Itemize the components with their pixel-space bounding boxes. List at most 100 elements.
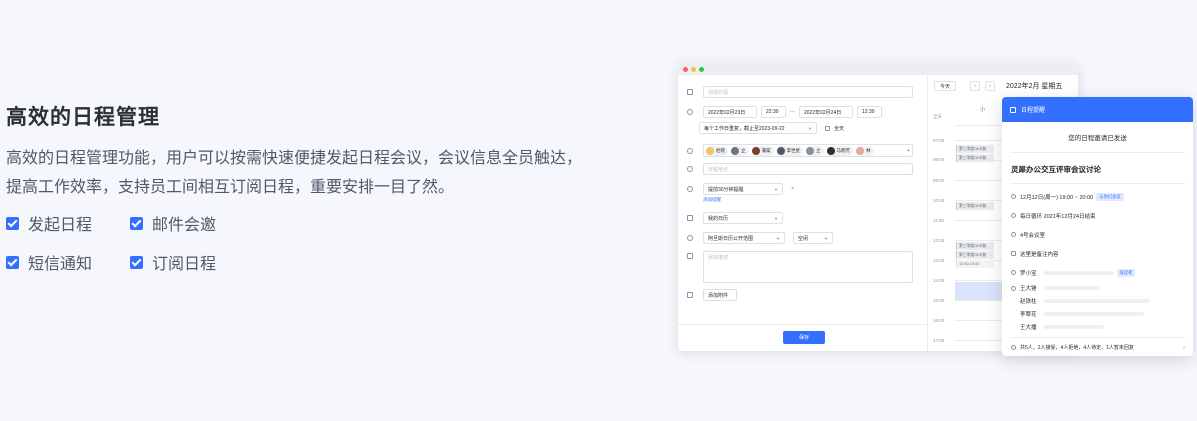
- attendee-chip[interactable]: 蒲渠: [751, 145, 774, 156]
- feature-label: 邮件会邀: [152, 217, 217, 234]
- save-button[interactable]: 保存: [783, 331, 825, 344]
- event-time-line: 12月12日(周一) 19:00 ~ 20:00 与你们会议: [1002, 187, 1193, 206]
- attendee-chip[interactable]: 立: [731, 145, 749, 156]
- feature-list: 发起日程 邮件会邀 短信通知 订阅日程: [6, 212, 606, 273]
- attendee-name: 赵铁柱: [1020, 298, 1037, 305]
- description-textarea[interactable]: 添加描述: [703, 251, 913, 283]
- selected-time-slot[interactable]: [955, 282, 1005, 300]
- attendee-chip[interactable]: 立: [806, 145, 824, 156]
- end-time-input[interactable]: 12:30: [857, 106, 882, 118]
- calendar-event[interactable]: 第三季度OKR复: [956, 202, 994, 210]
- attendee-chip[interactable]: 马明芳: [826, 145, 853, 156]
- attendee-line: 李翠花: [1002, 307, 1193, 320]
- bell-icon: [687, 186, 693, 192]
- hero-desc-line-2: 提高工作效率，支持员工间相互订阅日程，重要安排一目了然。: [6, 179, 455, 196]
- feature-label: 发起日程: [28, 217, 93, 234]
- calendar-header: 今天 ‹ › 2022年2月 星期五: [934, 81, 1062, 91]
- attendee-chip[interactable]: 李世星: [776, 145, 803, 156]
- event-room: 4号会议室: [1020, 232, 1046, 239]
- location-pin-icon: [1011, 232, 1016, 237]
- start-time-input[interactable]: 22:30: [761, 106, 786, 118]
- add-reminder-link[interactable]: 添加提醒: [703, 197, 721, 203]
- event-time-tag: 与你们会议: [1096, 192, 1124, 201]
- calendar-value: 我的日历: [708, 215, 729, 222]
- event-title: 灵犀办公交互评审会议讨论: [1011, 165, 1101, 174]
- event-repeat: 每日循环 2021年12月24日结束: [1020, 213, 1096, 220]
- repeat-select[interactable]: 每个工作日重复，截止至2023-09-22 ▼: [699, 122, 817, 134]
- chevron-down-icon: ▼: [824, 235, 828, 241]
- remove-reminder-icon[interactable]: ×: [791, 186, 795, 192]
- event-title-input[interactable]: 添加日程: [703, 86, 913, 98]
- hour-label: 11:00: [933, 218, 944, 223]
- all-day-slot-label: 全天: [933, 114, 942, 119]
- reminder-row: 提前30分钟提醒 ▼ ×: [687, 183, 795, 195]
- description-row: 添加描述: [687, 251, 913, 283]
- rsvp-summary-line[interactable]: 共5人，2人接受，4人拒绝，4人待定，1人暂未回复 ›: [1002, 338, 1193, 356]
- end-date-input[interactable]: 2022年02月24日: [799, 106, 853, 118]
- add-attachment-button[interactable]: 添加附件: [703, 289, 737, 301]
- feature-item: 发起日程: [6, 212, 130, 234]
- attendee-chip[interactable]: 林: [856, 145, 874, 156]
- calendar-event[interactable]: 第三季度OKR复: [956, 242, 994, 250]
- event-form: 添加日程 2022年02月23日 22:30 — 2022年02月24日 12:…: [678, 75, 928, 351]
- status-select[interactable]: 空闲 ▼: [793, 232, 833, 244]
- next-day-button[interactable]: ›: [985, 81, 996, 91]
- calendar-event[interactable]: 12:00-15:00: [956, 260, 994, 268]
- feature-item: 订阅日程: [130, 251, 254, 273]
- feature-item: 邮件会邀: [130, 212, 254, 234]
- title-row: 添加日程: [687, 86, 913, 98]
- attendee-chip[interactable]: 杜晓: [706, 145, 728, 156]
- person-icon: [1011, 270, 1016, 275]
- repeat-value: 每个工作日重复，截止至2023-09-22: [704, 125, 785, 132]
- visibility-select[interactable]: 阿旦斯日历公开范围 ▼: [703, 232, 785, 244]
- all-day-checkbox[interactable]: [825, 125, 830, 131]
- calendar-select[interactable]: 我的日历 ▼: [703, 212, 783, 224]
- time-row: 2022年02月23日 22:30 — 2022年02月24日 12:30: [687, 106, 882, 118]
- attendee-name: 立: [816, 147, 821, 153]
- feature-label: 短信通知: [28, 256, 93, 273]
- event-room-line: 4号会议室: [1002, 225, 1193, 244]
- reminder-value: 提前30分钟提醒: [708, 186, 744, 193]
- start-date-input[interactable]: 2022年02月23日: [703, 106, 757, 118]
- organizer-name: 罗小宝: [1020, 270, 1037, 277]
- feature-item: 短信通知: [6, 251, 130, 273]
- attendees-row: 杜晓 立 蒲渠 李世星 立 马明芳 林 +: [687, 144, 913, 157]
- hour-label: 12:00: [933, 238, 945, 243]
- paperclip-icon: [687, 292, 693, 298]
- hero-description: 高效的日程管理功能，用户可以按需快速便捷发起日程会议，会议信息全员触达， 提高工…: [6, 144, 596, 202]
- attendees-input[interactable]: 杜晓 立 蒲渠 李世星 立 马明芳 林 +: [703, 144, 913, 157]
- maximize-window-dot[interactable]: [699, 66, 704, 72]
- hour-label: 09:00: [933, 178, 945, 183]
- calendar-event[interactable]: 第三季度OKR复: [956, 154, 994, 162]
- event-note: 这里是备注内容: [1020, 251, 1059, 258]
- chevron-down-icon: ▼: [774, 186, 778, 192]
- reminder-select[interactable]: 提前30分钟提醒 ▼: [703, 183, 783, 195]
- minimize-window-dot[interactable]: [691, 66, 696, 72]
- add-reminder-row: 添加提醒: [703, 197, 721, 203]
- hero-desc-line-1: 高效的日程管理功能，用户可以按需快速便捷发起日程会议，会议信息全员触达，: [6, 150, 583, 167]
- hero-section: 高效的日程管理 高效的日程管理功能，用户可以按需快速便捷发起日程会议，会议信息全…: [6, 101, 606, 273]
- checkbox-checked-icon: [130, 255, 143, 269]
- all-day-label: 全天: [834, 125, 845, 132]
- avatar: [856, 146, 864, 155]
- title-icon: [687, 89, 693, 95]
- checkbox-checked-icon: [130, 216, 143, 230]
- chevron-right-icon: ›: [1183, 344, 1185, 351]
- calendar-event[interactable]: 第三季度OKR复: [956, 145, 994, 153]
- location-pin-icon: [687, 166, 693, 172]
- prev-day-button[interactable]: ‹: [970, 81, 981, 91]
- calendar-row: 我的日历 ▼: [687, 212, 783, 224]
- person-icon: [687, 147, 693, 154]
- close-window-dot[interactable]: [683, 66, 688, 72]
- attendee-name: 杜晓: [716, 147, 725, 153]
- hour-label: 13:00: [933, 258, 945, 263]
- hour-label: 15:00: [933, 298, 945, 303]
- location-input[interactable]: 日程地点: [703, 163, 913, 175]
- today-button[interactable]: 今天: [934, 81, 957, 91]
- feature-label: 订阅日程: [152, 256, 217, 273]
- add-person-icon[interactable]: +: [907, 148, 910, 154]
- calendar-event[interactable]: 第三季度OKR复: [956, 251, 994, 259]
- divider: [1010, 183, 1185, 184]
- reminder-popup: 日程提醒 您的日程邀请已发送 灵犀办公交互评审会议讨论 12月12日(周一) 1…: [1002, 97, 1193, 356]
- event-repeat-line: 每日循环 2021年12月24日结束: [1002, 206, 1193, 225]
